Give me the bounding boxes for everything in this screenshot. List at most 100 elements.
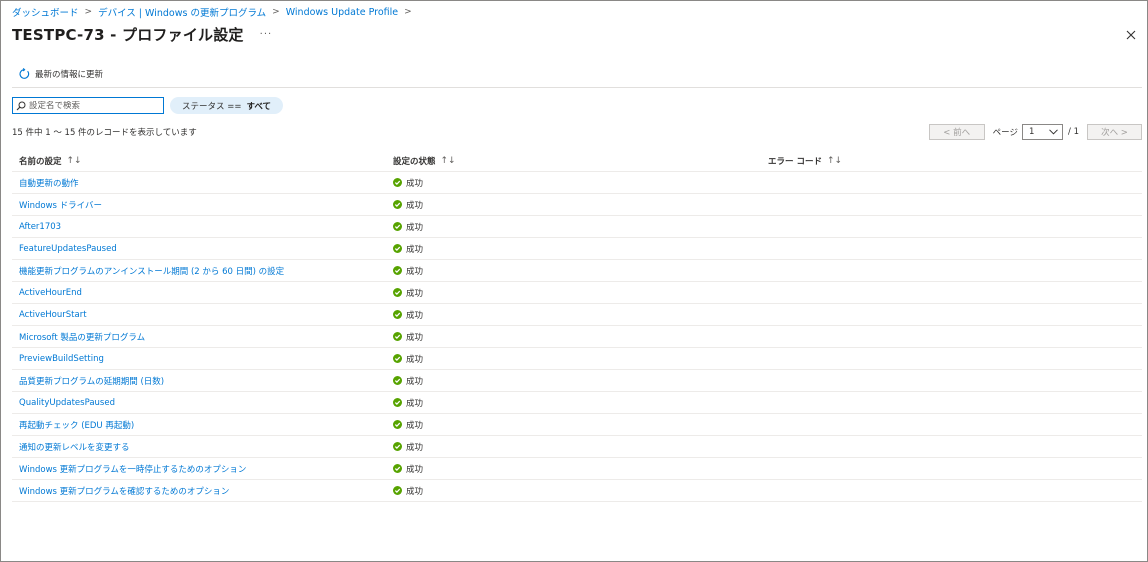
page-title: TESTPC-73 - プロファイル設定 (12, 26, 244, 44)
success-check-icon (393, 288, 402, 297)
column-header-status[interactable]: 設定の状態 ↑↓ (393, 155, 456, 167)
setting-name-link[interactable]: 自動更新の動作 (19, 177, 79, 189)
current-page: 1 (1029, 127, 1035, 137)
setting-status: 成功 (393, 375, 423, 387)
setting-name-link[interactable]: Windows ドライバー (19, 199, 102, 211)
table-row: 再起動チェック (EDU 再起動) 成功 (12, 414, 1142, 436)
column-header-status-label: 設定の状態 (393, 156, 436, 167)
success-check-icon (393, 178, 402, 187)
table-row: Windows 更新プログラムを一時停止するためのオプション 成功 (12, 458, 1142, 480)
status-text: 成功 (406, 266, 424, 277)
status-text: 成功 (406, 420, 424, 431)
setting-name-link[interactable]: 機能更新プログラムのアンインストール期間 (2 から 60 日間) の設定 (19, 265, 284, 277)
success-check-icon (393, 398, 402, 407)
table-row: FeatureUpdatesPaused 成功 (12, 238, 1142, 260)
table-row: Microsoft 製品の更新プログラム 成功 (12, 326, 1142, 348)
table-row: Windows 更新プログラムを確認するためのオプション 成功 (12, 480, 1142, 502)
setting-name-link[interactable]: QualityUpdatesPaused (19, 398, 115, 408)
success-check-icon (393, 332, 402, 341)
success-check-icon (393, 310, 402, 319)
close-icon[interactable] (1124, 28, 1138, 42)
success-check-icon (393, 244, 402, 253)
setting-name-link[interactable]: 品質更新プログラムの延期期間 (日数) (19, 375, 164, 387)
setting-name-link[interactable]: ActiveHourStart (19, 310, 87, 320)
column-header-error-label: エラー コード (768, 156, 822, 167)
setting-name-link[interactable]: Windows 更新プログラムを一時停止するためのオプション (19, 463, 246, 475)
table-row: PreviewBuildSetting 成功 (12, 348, 1142, 370)
table-row: 機能更新プログラムのアンインストール期間 (2 から 60 日間) の設定 成功 (12, 260, 1142, 282)
breadcrumb-devices-windows-updates[interactable]: デバイス | Windows の更新プログラム (98, 5, 266, 19)
status-text: 成功 (406, 354, 424, 365)
success-check-icon (393, 266, 402, 275)
table-row: ActiveHourEnd 成功 (12, 282, 1142, 304)
status-text: 成功 (406, 464, 424, 475)
sort-icon: ↑↓ (826, 155, 843, 166)
search-icon (16, 101, 26, 110)
status-text: 成功 (406, 288, 424, 299)
record-count: 15 件中 1 ～ 15 件のレコードを表示しています (12, 128, 197, 138)
success-check-icon (393, 200, 402, 209)
sort-icon: ↑↓ (440, 155, 456, 166)
setting-name-link[interactable]: Windows 更新プログラムを確認するためのオプション (19, 485, 229, 497)
status-text: 成功 (406, 222, 424, 233)
status-text: 成功 (406, 244, 424, 255)
status-text: 成功 (406, 486, 424, 497)
setting-name-link[interactable]: PreviewBuildSetting (19, 354, 104, 364)
table-row: ActiveHourStart 成功 (12, 304, 1142, 326)
setting-status: 成功 (393, 397, 423, 409)
setting-status: 成功 (393, 485, 423, 497)
table-row: 通知の更新レベルを変更する 成功 (12, 436, 1142, 458)
setting-status: 成功 (393, 463, 423, 475)
setting-status: 成功 (393, 287, 423, 299)
setting-status: 成功 (393, 309, 423, 321)
setting-status: 成功 (393, 265, 423, 277)
page-select[interactable]: 1 (1022, 124, 1064, 140)
setting-name-link[interactable]: 再起動チェック (EDU 再起動) (19, 419, 134, 431)
breadcrumb-separator: > (404, 7, 412, 17)
breadcrumb-windows-update-profile[interactable]: Windows Update Profile (286, 7, 398, 18)
filter-key: ステータス == (182, 101, 242, 112)
table-row: 自動更新の動作 成功 (12, 172, 1142, 194)
setting-name-link[interactable]: 通知の更新レベルを変更する (19, 441, 130, 453)
table-row: 品質更新プログラムの延期期間 (日数) 成功 (12, 370, 1142, 392)
success-check-icon (393, 420, 402, 429)
settings-table: 名前の設定 ↑↓ 設定の状態 ↑↓ エラー コード ↑↓ 自動更新の動作 成功 … (12, 150, 1142, 502)
column-header-name-label: 名前の設定 (19, 156, 62, 167)
setting-status: 成功 (393, 353, 423, 365)
next-page-button[interactable]: 次へ > (1087, 124, 1142, 140)
table-row: QualityUpdatesPaused 成功 (12, 392, 1142, 414)
success-check-icon (393, 354, 402, 363)
setting-name-link[interactable]: FeatureUpdatesPaused (19, 244, 117, 254)
total-pages: / 1 (1068, 127, 1079, 137)
setting-status: 成功 (393, 221, 423, 233)
breadcrumb-dashboard[interactable]: ダッシュボード (12, 5, 79, 19)
table-header: 名前の設定 ↑↓ 設定の状態 ↑↓ エラー コード ↑↓ (12, 150, 1142, 172)
column-header-error-code[interactable]: エラー コード ↑↓ (768, 155, 842, 167)
page-label: ページ (992, 128, 1019, 138)
status-text: 成功 (406, 376, 424, 387)
sort-icon: ↑↓ (66, 155, 82, 166)
status-text: 成功 (406, 332, 424, 343)
table-row: Windows ドライバー 成功 (12, 194, 1142, 216)
column-header-name[interactable]: 名前の設定 ↑↓ (19, 155, 82, 167)
success-check-icon (393, 464, 402, 473)
success-check-icon (393, 442, 402, 451)
setting-status: 成功 (393, 419, 423, 431)
status-text: 成功 (406, 398, 424, 409)
setting-name-link[interactable]: Microsoft 製品の更新プログラム (19, 331, 145, 343)
setting-name-link[interactable]: ActiveHourEnd (19, 288, 82, 298)
status-filter-pill[interactable]: ステータス == すべて (170, 97, 284, 114)
setting-status: 成功 (393, 177, 423, 189)
breadcrumb: ダッシュボード > デバイス | Windows の更新プログラム > Wind… (12, 5, 418, 20)
refresh-button[interactable]: 最新の情報に更新 (18, 68, 103, 80)
setting-name-link[interactable]: After1703 (19, 222, 61, 232)
chevron-down-icon (1049, 129, 1058, 135)
more-options-icon[interactable]: ··· (260, 29, 273, 40)
status-text: 成功 (406, 178, 424, 189)
previous-page-button[interactable]: < 前へ (928, 124, 985, 140)
title-row: TESTPC-73 - プロファイル設定 ··· (12, 24, 272, 45)
search-box[interactable] (12, 97, 164, 114)
setting-status: 成功 (393, 199, 423, 211)
filter-value: すべて (246, 101, 272, 112)
search-input[interactable] (29, 100, 159, 111)
